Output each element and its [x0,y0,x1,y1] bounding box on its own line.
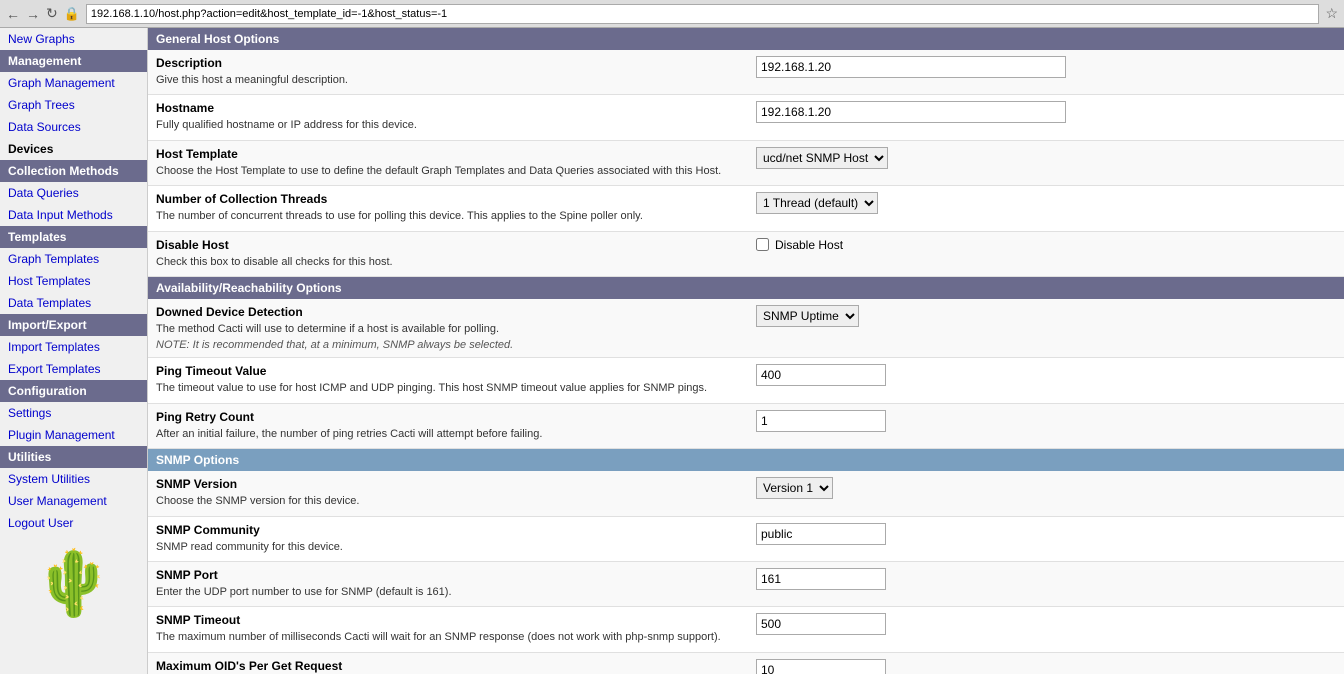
snmp-timeout-input[interactable] [756,613,886,635]
cactus-icon: 🌵 [0,546,147,621]
table-row: SNMP Port Enter the UDP port number to u… [148,561,1344,606]
main-content: General Host Options Description Give th… [148,28,1344,674]
sidebar-item-settings[interactable]: Settings [0,402,147,424]
snmp-port-input[interactable] [756,568,886,590]
table-row: Disable Host Check this box to disable a… [148,231,1344,276]
url-bar[interactable] [86,4,1320,24]
refresh-button[interactable]: ↻ [46,5,58,22]
snmp-version-desc: Choose the SNMP version for this device. [156,495,359,507]
max-oid-input[interactable] [756,659,886,674]
snmp-timeout-desc: The maximum number of milliseconds Cacti… [156,631,721,643]
host-template-desc: Choose the Host Template to use to defin… [156,165,721,177]
sidebar-item-graph-templates[interactable]: Graph Templates [0,248,147,270]
browser-icons: ☆ [1325,5,1338,22]
general-host-options-header: General Host Options [148,28,1344,50]
sidebar-item-data-queries[interactable]: Data Queries [0,182,147,204]
sidebar-item-data-sources[interactable]: Data Sources [0,116,147,138]
hostname-desc: Fully qualified hostname or IP address f… [156,119,417,131]
ping-timeout-label: Ping Timeout Value [156,364,740,378]
sidebar-section-collection-methods: Collection Methods [0,160,147,182]
sidebar-logo: 🌵 [0,534,147,633]
ping-retry-desc: After an initial failure, the number of … [156,428,542,440]
general-options-table: Description Give this host a meaningful … [148,50,1344,277]
back-button[interactable]: ← [6,6,20,22]
table-row: Ping Timeout Value The timeout value to … [148,358,1344,403]
table-row: Ping Retry Count After an initial failur… [148,403,1344,448]
sidebar-section-templates: Templates [0,226,147,248]
snmp-community-input[interactable] [756,523,886,545]
ping-timeout-input[interactable] [756,364,886,386]
sidebar-item-host-templates[interactable]: Host Templates [0,270,147,292]
downed-detection-label: Downed Device Detection [156,305,740,319]
snmp-version-label: SNMP Version [156,477,740,491]
hostname-label: Hostname [156,101,740,115]
table-row: SNMP Timeout The maximum number of milli… [148,607,1344,652]
snmp-port-desc: Enter the UDP port number to use for SNM… [156,586,452,598]
sidebar-section-configuration: Configuration [0,380,147,402]
snmp-version-select[interactable]: Version 1 Version 2 Version 3 [756,477,833,499]
disable-host-checkbox-label: Disable Host [775,238,843,252]
sidebar-item-new-graphs[interactable]: New Graphs [0,28,147,50]
max-oid-label: Maximum OID's Per Get Request [156,659,740,673]
ping-retry-input[interactable] [756,410,886,432]
hostname-input[interactable] [756,101,1066,123]
sidebar-section-import-export: Import/Export [0,314,147,336]
sidebar-item-system-utilities[interactable]: System Utilities [0,468,147,490]
snmp-community-desc: SNMP read community for this device. [156,541,343,553]
snmp-timeout-label: SNMP Timeout [156,613,740,627]
table-row: Downed Device Detection The method Cacti… [148,299,1344,358]
disable-host-checkbox[interactable] [756,238,769,251]
description-input[interactable] [756,56,1066,78]
sidebar-item-logout-user[interactable]: Logout User [0,512,147,534]
description-desc: Give this host a meaningful description. [156,74,348,86]
sidebar-section-utilities: Utilities [0,446,147,468]
sidebar-item-export-templates[interactable]: Export Templates [0,358,147,380]
table-row: Hostname Fully qualified hostname or IP … [148,95,1344,140]
collection-threads-select[interactable]: 1 Thread (default) [756,192,878,214]
lock-icon: 🔒 [64,6,80,22]
snmp-table: SNMP Version Choose the SNMP version for… [148,471,1344,674]
forward-button[interactable]: → [26,6,40,22]
table-row: SNMP Community SNMP read community for t… [148,516,1344,561]
host-template-select[interactable]: ucd/net SNMP Host [756,147,888,169]
downed-detection-desc: The method Cacti will use to determine i… [156,323,499,335]
ping-retry-label: Ping Retry Count [156,410,740,424]
sidebar: New Graphs Management Graph Management G… [0,28,148,674]
availability-table: Downed Device Detection The method Cacti… [148,299,1344,449]
sidebar-item-user-management[interactable]: User Management [0,490,147,512]
snmp-port-label: SNMP Port [156,568,740,582]
sidebar-section-management: Management [0,50,147,72]
snmp-header: SNMP Options [148,449,1344,471]
availability-header: Availability/Reachability Options [148,277,1344,299]
table-row: Maximum OID's Per Get Request Specified … [148,652,1344,674]
sidebar-item-data-input-methods[interactable]: Data Input Methods [0,204,147,226]
sidebar-item-devices[interactable]: Devices [0,138,147,160]
disable-host-desc: Check this box to disable all checks for… [156,256,393,268]
downed-detection-note: NOTE: It is recommended that, at a minim… [156,339,513,351]
collection-threads-label: Number of Collection Threads [156,192,740,206]
table-row: Number of Collection Threads The number … [148,186,1344,231]
downed-detection-select[interactable]: SNMP Uptime [756,305,859,327]
sidebar-item-plugin-management[interactable]: Plugin Management [0,424,147,446]
browser-bar: ← → ↻ 🔒 ☆ [0,0,1344,28]
sidebar-item-graph-trees[interactable]: Graph Trees [0,94,147,116]
snmp-community-label: SNMP Community [156,523,740,537]
disable-host-label: Disable Host [156,238,740,252]
ping-timeout-desc: The timeout value to use for host ICMP a… [156,382,707,394]
collection-threads-desc: The number of concurrent threads to use … [156,210,643,222]
bookmark-star-icon[interactable]: ☆ [1325,5,1338,22]
table-row: Description Give this host a meaningful … [148,50,1344,95]
description-label: Description [156,56,740,70]
sidebar-item-data-templates[interactable]: Data Templates [0,292,147,314]
table-row: SNMP Version Choose the SNMP version for… [148,471,1344,516]
sidebar-item-graph-management[interactable]: Graph Management [0,72,147,94]
host-template-label: Host Template [156,147,740,161]
table-row: Host Template Choose the Host Template t… [148,140,1344,185]
sidebar-item-import-templates[interactable]: Import Templates [0,336,147,358]
